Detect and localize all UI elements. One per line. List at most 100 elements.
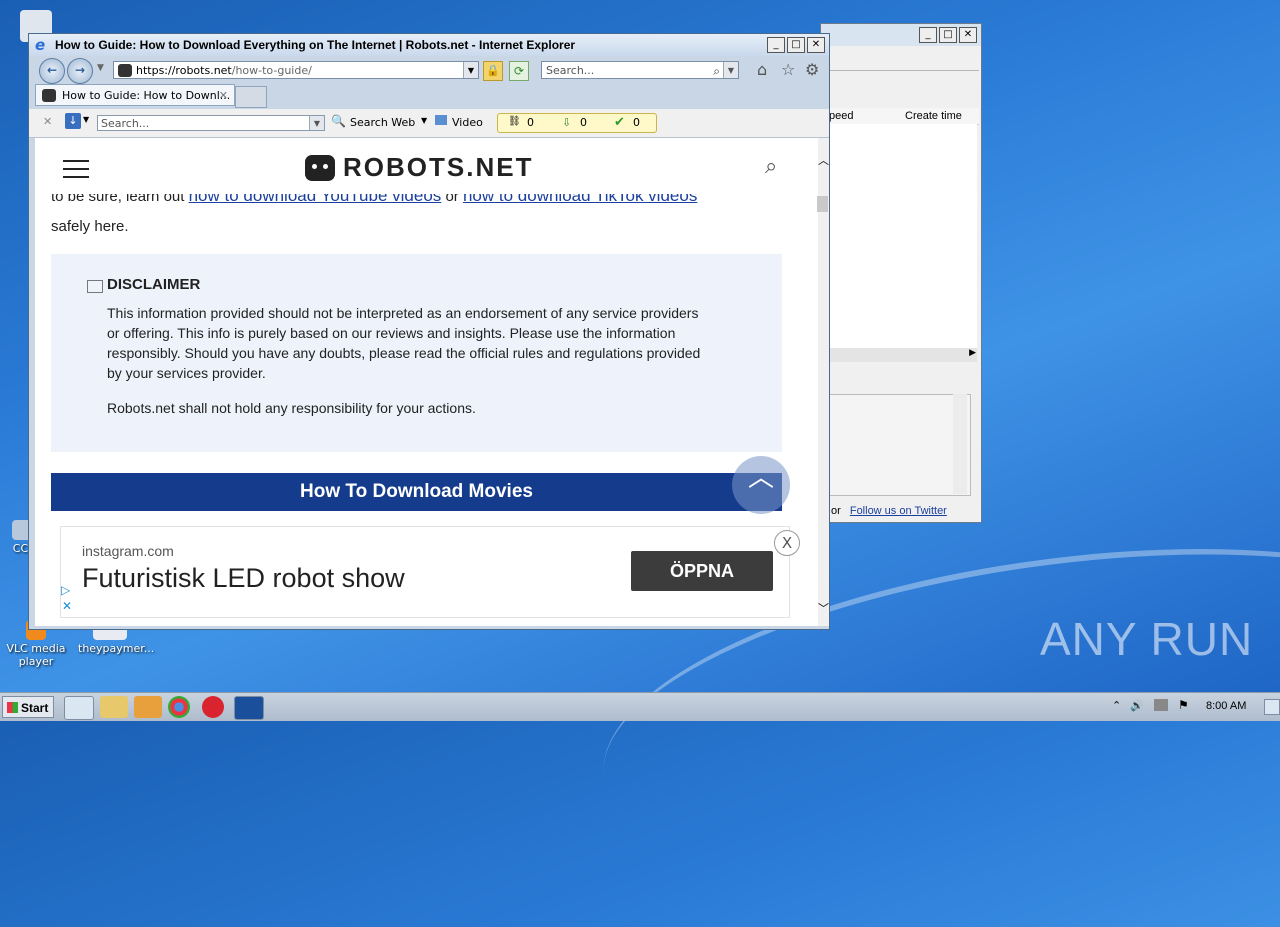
taskbar-opera-icon[interactable]: [202, 696, 224, 718]
taskbar-media-player-icon[interactable]: [134, 696, 162, 718]
page-viewport[interactable]: to be sure, learn out how to download Yo…: [35, 138, 818, 626]
ie-search-placeholder: Search...: [546, 64, 595, 77]
hamburger-menu-icon[interactable]: [63, 160, 89, 178]
column-header-create-time[interactable]: Create time: [905, 108, 962, 124]
anyrun-watermark: ANY RUN: [1040, 613, 1254, 665]
minimize-icon[interactable]: _: [767, 37, 785, 53]
maximize-icon[interactable]: □: [787, 37, 805, 53]
horizontal-scrollbar[interactable]: ▶: [829, 348, 977, 362]
search-icon[interactable]: ⌕: [765, 154, 777, 179]
tab-label: How to Guide: How to Downl...: [62, 89, 231, 102]
history-dropdown-icon[interactable]: ▼: [97, 63, 104, 73]
scroll-up-icon[interactable]: ︿: [818, 152, 829, 168]
taskbar-explorer-icon[interactable]: [100, 696, 128, 718]
column-header-speed[interactable]: peed: [829, 110, 853, 122]
page-scrollbar[interactable]: ︿ ﹀: [817, 138, 829, 626]
tab-strip: How to Guide: How to Downl... ✕: [35, 84, 823, 108]
background-window[interactable]: _ □ ✕ peed Create time ▶ or Follow us on…: [820, 23, 982, 523]
back-button[interactable]: ←: [39, 58, 65, 84]
url-path: /how-to-guide/: [231, 64, 312, 77]
follow-twitter-link[interactable]: Follow us on Twitter: [850, 505, 947, 517]
start-button[interactable]: Start: [2, 696, 54, 718]
action-center-flag-icon[interactable]: ⚑: [1178, 698, 1189, 712]
ie-titlebar[interactable]: e How to Guide: How to Download Everythi…: [29, 34, 829, 56]
tab-robots-net[interactable]: How to Guide: How to Downl... ✕: [35, 84, 235, 106]
site-favicon-icon: [42, 89, 56, 102]
minimize-icon[interactable]: _: [919, 27, 937, 43]
refresh-icon[interactable]: ⟳: [509, 61, 529, 81]
site-header: ROBOTS.NET ⌕: [35, 138, 818, 194]
close-icon[interactable]: ✕: [807, 37, 825, 53]
link-icon: ⛓: [508, 116, 521, 127]
windows-logo-icon: [7, 702, 18, 713]
ad-banner[interactable]: instagram.com Futuristisk LED robot show…: [60, 526, 790, 618]
ie-search-input[interactable]: Search... ⌕ ▼: [541, 61, 739, 79]
forward-button[interactable]: →: [67, 58, 93, 84]
start-label: Start: [21, 701, 49, 715]
download-arrow-icon: ⇩: [562, 116, 572, 129]
url-host: https://robots.net: [136, 64, 232, 77]
search-dropdown-icon[interactable]: ▼: [723, 62, 738, 78]
robot-logo-icon: [305, 154, 335, 181]
address-input[interactable]: https://robots.net/how-to-guide/ ▼: [113, 61, 479, 79]
show-desktop-button[interactable]: [1264, 699, 1280, 715]
maximize-icon[interactable]: □: [939, 27, 957, 43]
magnifier-icon: 🔍: [331, 114, 346, 128]
video-button[interactable]: Video: [452, 116, 483, 129]
search-icon[interactable]: ⌕: [713, 62, 720, 80]
taskbar-chrome-icon[interactable]: [168, 696, 190, 718]
scroll-right-icon[interactable]: ▶: [969, 348, 976, 358]
site-logo[interactable]: ROBOTS.NET: [305, 152, 533, 183]
download-icon[interactable]: ↓: [65, 113, 81, 129]
status-counters[interactable]: ⛓ 0 ⇩ 0 ✔ 0: [497, 113, 657, 133]
clock[interactable]: 8:00 AM: [1206, 700, 1246, 712]
window-title: How to Guide: How to Download Everything…: [55, 38, 576, 52]
taskbar-downloader-icon[interactable]: [234, 696, 264, 720]
disclaimer-heading: DISCLAIMER: [107, 276, 201, 293]
close-toolbar-icon[interactable]: ✕: [43, 115, 52, 128]
ad-close-button[interactable]: X: [774, 530, 800, 556]
download-dropdown-icon[interactable]: ▼: [83, 115, 89, 124]
intro-suffix: safely here.: [51, 218, 129, 235]
desktop-icon-label: theypaymer...: [78, 642, 155, 655]
disclaimer-body: This information provided should not be …: [107, 305, 701, 381]
log-area[interactable]: [829, 394, 971, 496]
scroll-down-icon[interactable]: ﹀: [818, 600, 829, 616]
close-icon[interactable]: ✕: [959, 27, 977, 43]
ad-title[interactable]: Futuristisk LED robot show: [82, 563, 405, 594]
taskbar-ie-icon[interactable]: [64, 696, 94, 720]
logo-text: ROBOTS.NET: [343, 152, 534, 182]
new-tab-button[interactable]: [235, 86, 267, 108]
search-toolbar: ✕ ↓ ▼ Search... ▼ 🔍 Search Web ▼ Video ⛓…: [29, 109, 829, 138]
volume-icon[interactable]: 🔊: [1130, 699, 1144, 712]
network-icon[interactable]: [1154, 699, 1168, 711]
counter-downloads: 0: [580, 116, 587, 129]
ie-window[interactable]: e How to Guide: How to Download Everythi…: [28, 33, 830, 630]
column-headers: peed Create time: [829, 108, 979, 125]
favorites-star-icon[interactable]: ☆: [781, 60, 795, 79]
gear-icon[interactable]: ⚙: [805, 60, 819, 79]
background-window-titlebar[interactable]: _ □ ✕: [821, 24, 981, 46]
close-tab-icon[interactable]: ✕: [219, 85, 228, 107]
list-area[interactable]: [829, 124, 977, 348]
address-dropdown-icon[interactable]: ▼: [463, 62, 478, 78]
toolbar-search-dropdown-icon[interactable]: ▼: [309, 116, 324, 130]
taskbar: Start ⌃ 🔊 ⚑ 8:00 AM: [0, 692, 1280, 721]
ie-logo-icon: e: [35, 36, 46, 54]
tray-expand-icon[interactable]: ⌃: [1112, 699, 1121, 712]
toolbar-search-placeholder: Search...: [101, 117, 150, 130]
vertical-scrollbar[interactable]: [953, 394, 967, 494]
lock-icon[interactable]: 🔒: [483, 61, 503, 81]
image-placeholder-icon: [87, 280, 103, 293]
scrollbar-thumb[interactable]: [817, 196, 828, 212]
home-icon[interactable]: ⌂: [757, 60, 767, 79]
ad-cta-button[interactable]: ÖPPNA: [631, 551, 773, 591]
ad-dismiss-icon[interactable]: ✕: [62, 599, 72, 613]
toolbar-search-input[interactable]: Search... ▼: [97, 115, 325, 131]
scroll-to-top-button[interactable]: ︿: [732, 456, 790, 514]
search-web-dropdown-icon[interactable]: ▼: [421, 116, 427, 125]
site-favicon-icon: [118, 64, 132, 77]
adchoices-icon[interactable]: ▷: [61, 583, 70, 597]
search-web-button[interactable]: Search Web: [350, 116, 415, 129]
disclaimer-box: DISCLAIMER This information provided sho…: [51, 254, 782, 452]
